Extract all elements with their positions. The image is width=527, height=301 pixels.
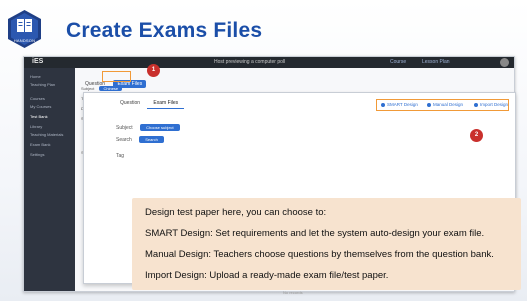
import-design-button[interactable]: Import Design — [474, 102, 508, 107]
app-name: iES — [32, 58, 44, 65]
tab-question[interactable]: Question — [114, 98, 146, 108]
smart-design-button[interactable]: SMART Design — [381, 102, 418, 107]
sidebar: Home Teaching Plan Courses My Courses Te… — [24, 68, 75, 291]
tab-exam-files[interactable]: Exam Files — [147, 98, 185, 109]
top-link-course[interactable]: Course — [390, 59, 406, 65]
filter-label: Subject — [81, 86, 95, 91]
popup-row-search: Search Search — [116, 136, 164, 143]
app-topbar: iES Host previewing a computer poll Cour… — [24, 57, 514, 68]
callout-manual: Manual Design: Teachers choose questions… — [145, 249, 494, 260]
manual-design-button[interactable]: Manual Design — [427, 102, 463, 107]
subject-chip[interactable]: Chinese — [99, 86, 123, 91]
logo-caption: HANDSON — [13, 38, 36, 43]
top-link-lesson-plan[interactable]: Lesson Plan — [422, 59, 450, 65]
popup-row-tag: Tag — [116, 153, 125, 159]
sidebar-item-home[interactable]: Home — [30, 74, 41, 79]
avatar[interactable] — [500, 58, 509, 67]
subject-selector[interactable]: Choose subject — [140, 124, 180, 131]
sidebar-item-exam-bank[interactable]: Exam Bank — [30, 142, 50, 147]
design-callout: Design test paper here, you can choose t… — [132, 198, 521, 290]
callout-import: Import Design: Upload a ready-made exam … — [145, 270, 389, 281]
page-title: Create Exams Files — [66, 19, 263, 42]
sidebar-item-teaching-materials[interactable]: Teaching Materials — [30, 132, 63, 137]
sidebar-item-teaching-plan[interactable]: Teaching Plan — [30, 82, 55, 87]
search-button[interactable]: Search — [139, 136, 164, 143]
filter-subject: Subject Chinese — [81, 86, 123, 91]
step-badge-1: 1 — [147, 64, 160, 77]
window-title: Host previewing a computer poll — [214, 59, 286, 65]
exam-files-highlight — [102, 71, 131, 82]
book-logo-icon: HANDSON — [6, 9, 43, 49]
sidebar-item-test-bank[interactable]: Test Bank — [30, 114, 48, 119]
sidebar-item-settings[interactable]: Settings — [30, 152, 44, 157]
popup-footer: No records — [283, 290, 303, 295]
popup-tabs: Question Exam Files — [114, 98, 185, 109]
callout-intro: Design test paper here, you can choose t… — [145, 207, 327, 218]
popup-row-subject: Subject Choose subject — [116, 124, 180, 131]
step-badge-2: 2 — [470, 129, 483, 142]
sidebar-item-my-courses[interactable]: My Courses — [30, 104, 51, 109]
callout-smart: SMART Design: Set requirements and let t… — [145, 228, 485, 239]
sidebar-item-courses[interactable]: Courses — [30, 96, 45, 101]
sidebar-item-library[interactable]: Library — [30, 124, 42, 129]
